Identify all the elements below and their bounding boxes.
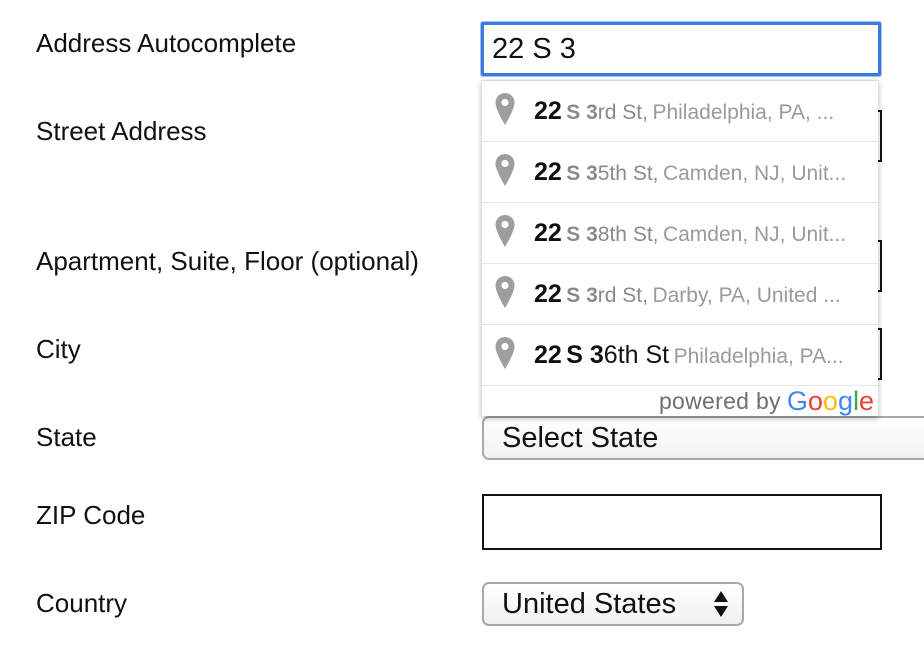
suggestion-text: 22 S 38th St, Camden, NJ, Unit...: [534, 219, 846, 248]
suggestion-number: 22: [534, 96, 562, 125]
city-label: City: [36, 334, 81, 364]
zip-code-input[interactable]: [482, 494, 882, 550]
autocomplete-suggestion[interactable]: 22 S 36th St Philadelphia, PA...: [482, 325, 878, 386]
country-select-value: United States: [502, 587, 677, 620]
google-logo-letter: o: [822, 385, 838, 416]
suggestion-match: S 3: [566, 100, 598, 124]
country-label: Country: [36, 588, 128, 618]
autocomplete-dropdown: 22 S 3rd St, Philadelphia, PA, ... 22 S 3…: [482, 80, 878, 416]
address-autocomplete-label: Address Autocomplete: [36, 28, 297, 58]
autocomplete-suggestion[interactable]: 22 S 38th St, Camden, NJ, Unit...: [482, 203, 878, 264]
suggestion-text: 22 S 3rd St, Philadelphia, PA, ...: [534, 97, 834, 126]
suggestion-street: 8th St,: [597, 222, 659, 246]
google-logo-letter: G: [786, 385, 808, 416]
suggestion-text: 22 S 3rd St, Darby, PA, United ...: [534, 280, 841, 309]
state-select-value: Select State: [502, 421, 659, 454]
suggestion-match: S 3: [566, 161, 598, 185]
suggestion-number: 22: [534, 279, 562, 308]
select-arrows-icon: [714, 590, 728, 618]
google-logo-letter: e: [858, 385, 874, 416]
suggestion-street: rd St,: [597, 100, 648, 124]
country-select[interactable]: United States: [482, 582, 744, 626]
autocomplete-suggestion[interactable]: 22 S 35th St, Camden, NJ, Unit...: [482, 142, 878, 203]
google-logo-letter: g: [837, 385, 853, 416]
state-select[interactable]: Select State: [482, 416, 924, 460]
suggestion-street: 5th St,: [597, 161, 659, 185]
address-autocomplete-value: 22 S 3: [492, 32, 576, 65]
suggestion-street: rd St,: [597, 283, 648, 307]
suggestion-secondary: Philadelphia, PA, ...: [652, 100, 835, 124]
powered-by-google: powered by Google: [482, 386, 878, 416]
map-pin-icon: [494, 92, 534, 131]
suggestion-secondary: Camden, NJ, Unit...: [662, 222, 847, 246]
suggestion-secondary: Philadelphia, PA...: [673, 344, 844, 368]
suggestion-match: S 3: [566, 340, 604, 369]
suggestion-match: S 3: [566, 283, 598, 307]
map-pin-icon: [494, 214, 534, 253]
suggestion-street: 6th St: [603, 340, 670, 369]
google-logo-letter: o: [807, 385, 823, 416]
map-pin-icon: [494, 275, 534, 314]
suggestion-text: 22 S 36th St Philadelphia, PA...: [534, 341, 844, 370]
google-logo: Google: [787, 386, 874, 417]
suggestion-number: 22: [534, 218, 562, 247]
suggestion-number: 22: [534, 340, 562, 369]
address-autocomplete-input[interactable]: 22 S 3: [481, 22, 881, 76]
suggestion-secondary: Camden, NJ, Unit...: [662, 161, 847, 185]
suggestion-match: S 3: [566, 222, 598, 246]
autocomplete-suggestion[interactable]: 22 S 3rd St, Philadelphia, PA, ...: [482, 81, 878, 142]
map-pin-icon: [494, 336, 534, 375]
map-pin-icon: [494, 153, 534, 192]
suggestion-secondary: Darby, PA, United ...: [652, 283, 841, 307]
suggestion-number: 22: [534, 157, 562, 186]
state-label: State: [36, 422, 97, 452]
powered-by-text: powered by: [658, 387, 781, 414]
street-address-label: Street Address: [36, 116, 207, 146]
zip-code-label: ZIP Code: [36, 500, 146, 530]
autocomplete-suggestion[interactable]: 22 S 3rd St, Darby, PA, United ...: [482, 264, 878, 325]
apartment-label: Apartment, Suite, Floor (optional): [36, 246, 419, 276]
autocomplete-suggestion-list: 22 S 3rd St, Philadelphia, PA, ... 22 S 3…: [482, 81, 878, 386]
suggestion-text: 22 S 35th St, Camden, NJ, Unit...: [534, 158, 846, 187]
